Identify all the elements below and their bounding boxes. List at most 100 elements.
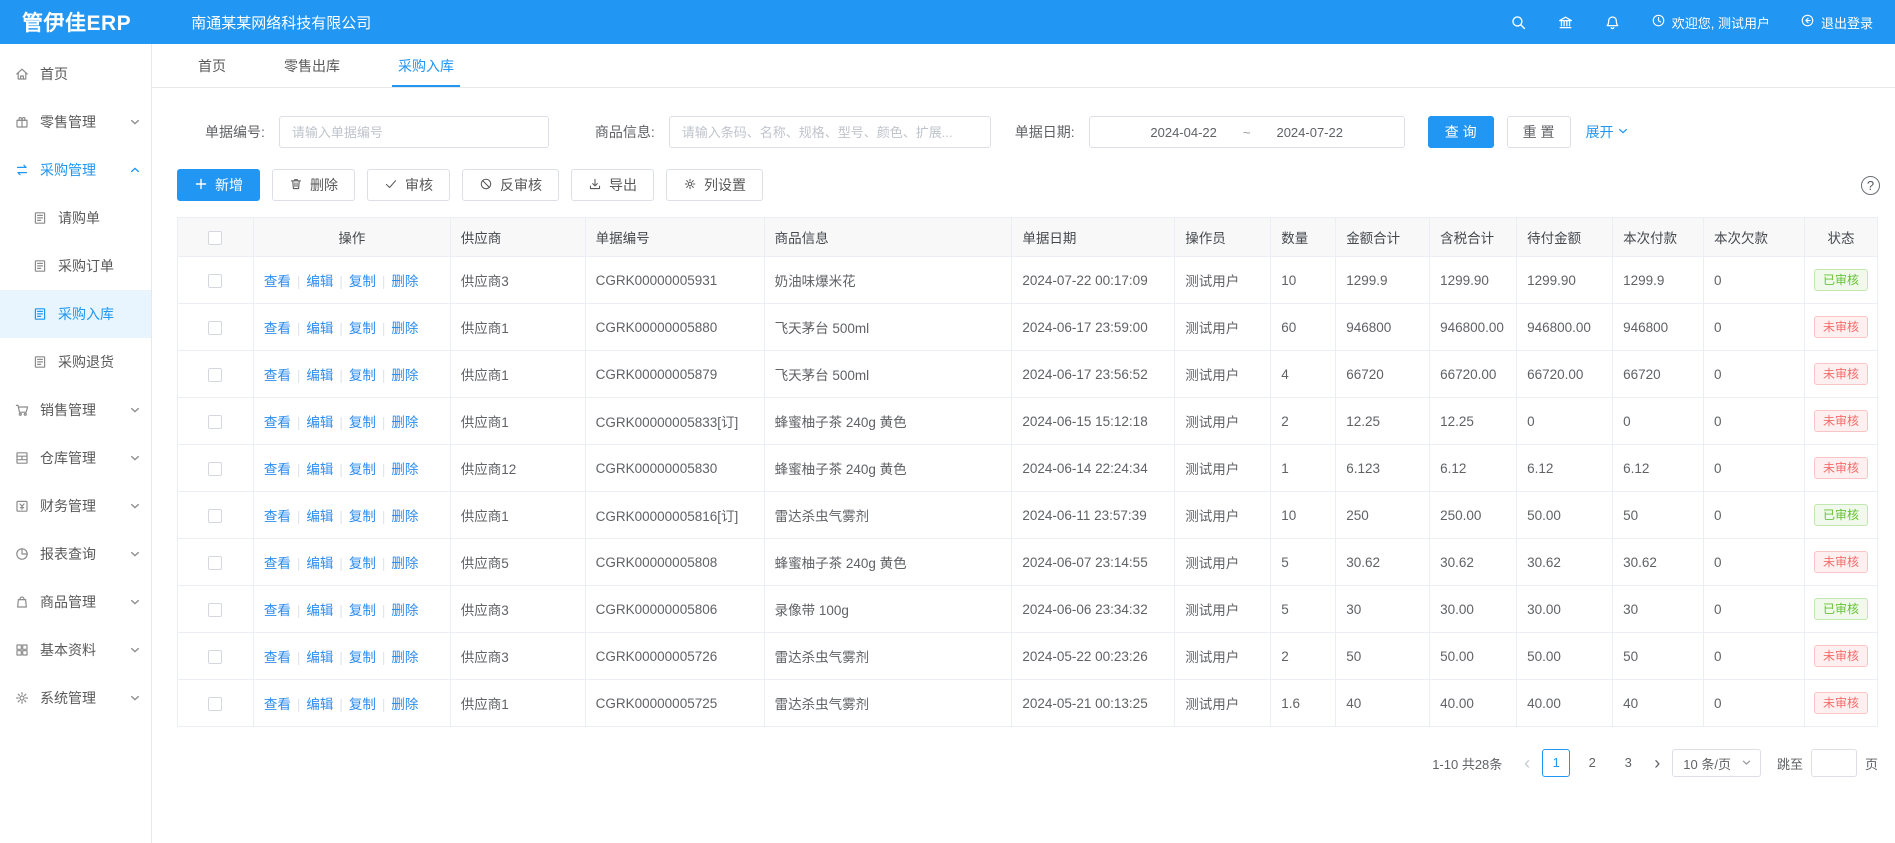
sidebar-item-report[interactable]: 报表查询 [0,530,151,578]
row-action-delete[interactable]: 删除 [391,697,418,712]
row-action-copy[interactable]: 复制 [349,556,376,571]
date-from[interactable]: 2024-04-22 [1150,125,1217,140]
cell-date: 2024-05-22 00:23:26 [1012,633,1175,680]
row-action-edit[interactable]: 编辑 [306,274,333,289]
jump-page-input[interactable] [1811,749,1857,777]
row-action-delete[interactable]: 删除 [391,603,418,618]
column-settings-button[interactable]: 列设置 [666,169,763,201]
row-action-view[interactable]: 查看 [264,321,291,336]
row-action-edit[interactable]: 编辑 [306,509,333,524]
row-checkbox[interactable] [208,274,222,288]
logout-button[interactable]: 退出登录 [1800,13,1873,32]
row-action-view[interactable]: 查看 [264,697,291,712]
sidebar-item-finance[interactable]: 财务管理 [0,482,151,530]
row-action-delete[interactable]: 删除 [391,509,418,524]
row-checkbox[interactable] [208,321,222,335]
sidebar-item-retail[interactable]: 零售管理 [0,98,151,146]
row-action-edit[interactable]: 编辑 [306,697,333,712]
sidebar-item-sales[interactable]: 销售管理 [0,386,151,434]
row-action-view[interactable]: 查看 [264,368,291,383]
check-icon [384,177,398,194]
sidebar-item-system[interactable]: 系统管理 [0,674,151,722]
row-checkbox[interactable] [208,415,222,429]
prev-page-arrow[interactable]: ‹ [1520,754,1534,772]
add-button[interactable]: 新增 [177,169,260,201]
sidebar-item-goods[interactable]: 商品管理 [0,578,151,626]
doc-icon [32,210,48,226]
page-size-select[interactable]: 10 条/页 [1672,749,1761,777]
date-range-picker[interactable]: 2024-04-22 ~ 2024-07-22 [1089,116,1405,148]
row-action-delete[interactable]: 删除 [391,415,418,430]
welcome-user[interactable]: 欢迎您, 测试用户 [1651,13,1770,32]
row-action-copy[interactable]: 复制 [349,462,376,477]
row-action-delete[interactable]: 删除 [391,368,418,383]
row-action-edit[interactable]: 编辑 [306,462,333,477]
product-info-input[interactable] [669,116,991,148]
search-button[interactable]: 查 询 [1428,116,1494,148]
row-action-view[interactable]: 查看 [264,462,291,477]
delete-button[interactable]: 删除 [272,169,355,201]
row-checkbox[interactable] [208,509,222,523]
row-action-delete[interactable]: 删除 [391,274,418,289]
row-checkbox[interactable] [208,556,222,570]
unaudit-button[interactable]: 反审核 [462,169,559,201]
sidebar-item-warehouse[interactable]: 仓库管理 [0,434,151,482]
button-label: 审核 [405,175,433,195]
reset-button[interactable]: 重 置 [1507,116,1571,148]
row-action-edit[interactable]: 编辑 [306,603,333,618]
bank-icon[interactable] [1557,14,1574,31]
row-action-copy[interactable]: 复制 [349,603,376,618]
page-number-2[interactable]: 2 [1578,749,1606,777]
row-action-view[interactable]: 查看 [264,509,291,524]
row-action-view[interactable]: 查看 [264,603,291,618]
tab-retail-outbound[interactable]: 零售出库 [284,44,340,87]
row-action-copy[interactable]: 复制 [349,321,376,336]
row-action-delete[interactable]: 删除 [391,556,418,571]
row-action-edit[interactable]: 编辑 [306,650,333,665]
row-checkbox[interactable] [208,368,222,382]
next-page-arrow[interactable]: › [1650,754,1664,772]
row-action-view[interactable]: 查看 [264,274,291,289]
search-icon[interactable] [1510,14,1527,31]
row-action-copy[interactable]: 复制 [349,415,376,430]
sidebar-item-purchase[interactable]: 采购管理 [0,146,151,194]
row-action-delete[interactable]: 删除 [391,321,418,336]
row-action-edit[interactable]: 编辑 [306,368,333,383]
row-action-copy[interactable]: 复制 [349,697,376,712]
page-number-3[interactable]: 3 [1614,749,1642,777]
row-checkbox[interactable] [208,603,222,617]
row-action-view[interactable]: 查看 [264,650,291,665]
row-action-copy[interactable]: 复制 [349,274,376,289]
row-action-edit[interactable]: 编辑 [306,556,333,571]
row-checkbox[interactable] [208,697,222,711]
sidebar-item-purchase-request[interactable]: 请购单 [0,194,151,242]
row-action-copy[interactable]: 复制 [349,368,376,383]
row-action-delete[interactable]: 删除 [391,462,418,477]
export-button[interactable]: 导出 [571,169,654,201]
select-all-checkbox[interactable] [208,231,222,245]
tab-home[interactable]: 首页 [198,44,226,87]
row-checkbox[interactable] [208,462,222,476]
sidebar-item-base-data[interactable]: 基本资料 [0,626,151,674]
row-action-copy[interactable]: 复制 [349,509,376,524]
sidebar-item-home[interactable]: 首页 [0,50,151,98]
sidebar-item-purchase-order[interactable]: 采购订单 [0,242,151,290]
bell-icon[interactable] [1604,14,1621,31]
row-action-view[interactable]: 查看 [264,415,291,430]
expand-toggle[interactable]: 展开 [1586,122,1629,142]
sidebar-item-purchase-inbound[interactable]: 采购入库 [0,290,151,338]
help-icon[interactable]: ? [1861,176,1880,195]
row-action-view[interactable]: 查看 [264,556,291,571]
page-number-1[interactable]: 1 [1542,749,1570,777]
order-no-input[interactable] [279,116,549,148]
date-to[interactable]: 2024-07-22 [1276,125,1343,140]
chevron-down-icon [129,452,141,464]
tab-purchase-inbound[interactable]: 采购入库 [398,44,454,87]
sidebar-item-purchase-return[interactable]: 采购退货 [0,338,151,386]
row-checkbox[interactable] [208,650,222,664]
row-action-delete[interactable]: 删除 [391,650,418,665]
audit-button[interactable]: 审核 [367,169,450,201]
row-action-edit[interactable]: 编辑 [306,321,333,336]
row-action-copy[interactable]: 复制 [349,650,376,665]
row-action-edit[interactable]: 编辑 [306,415,333,430]
